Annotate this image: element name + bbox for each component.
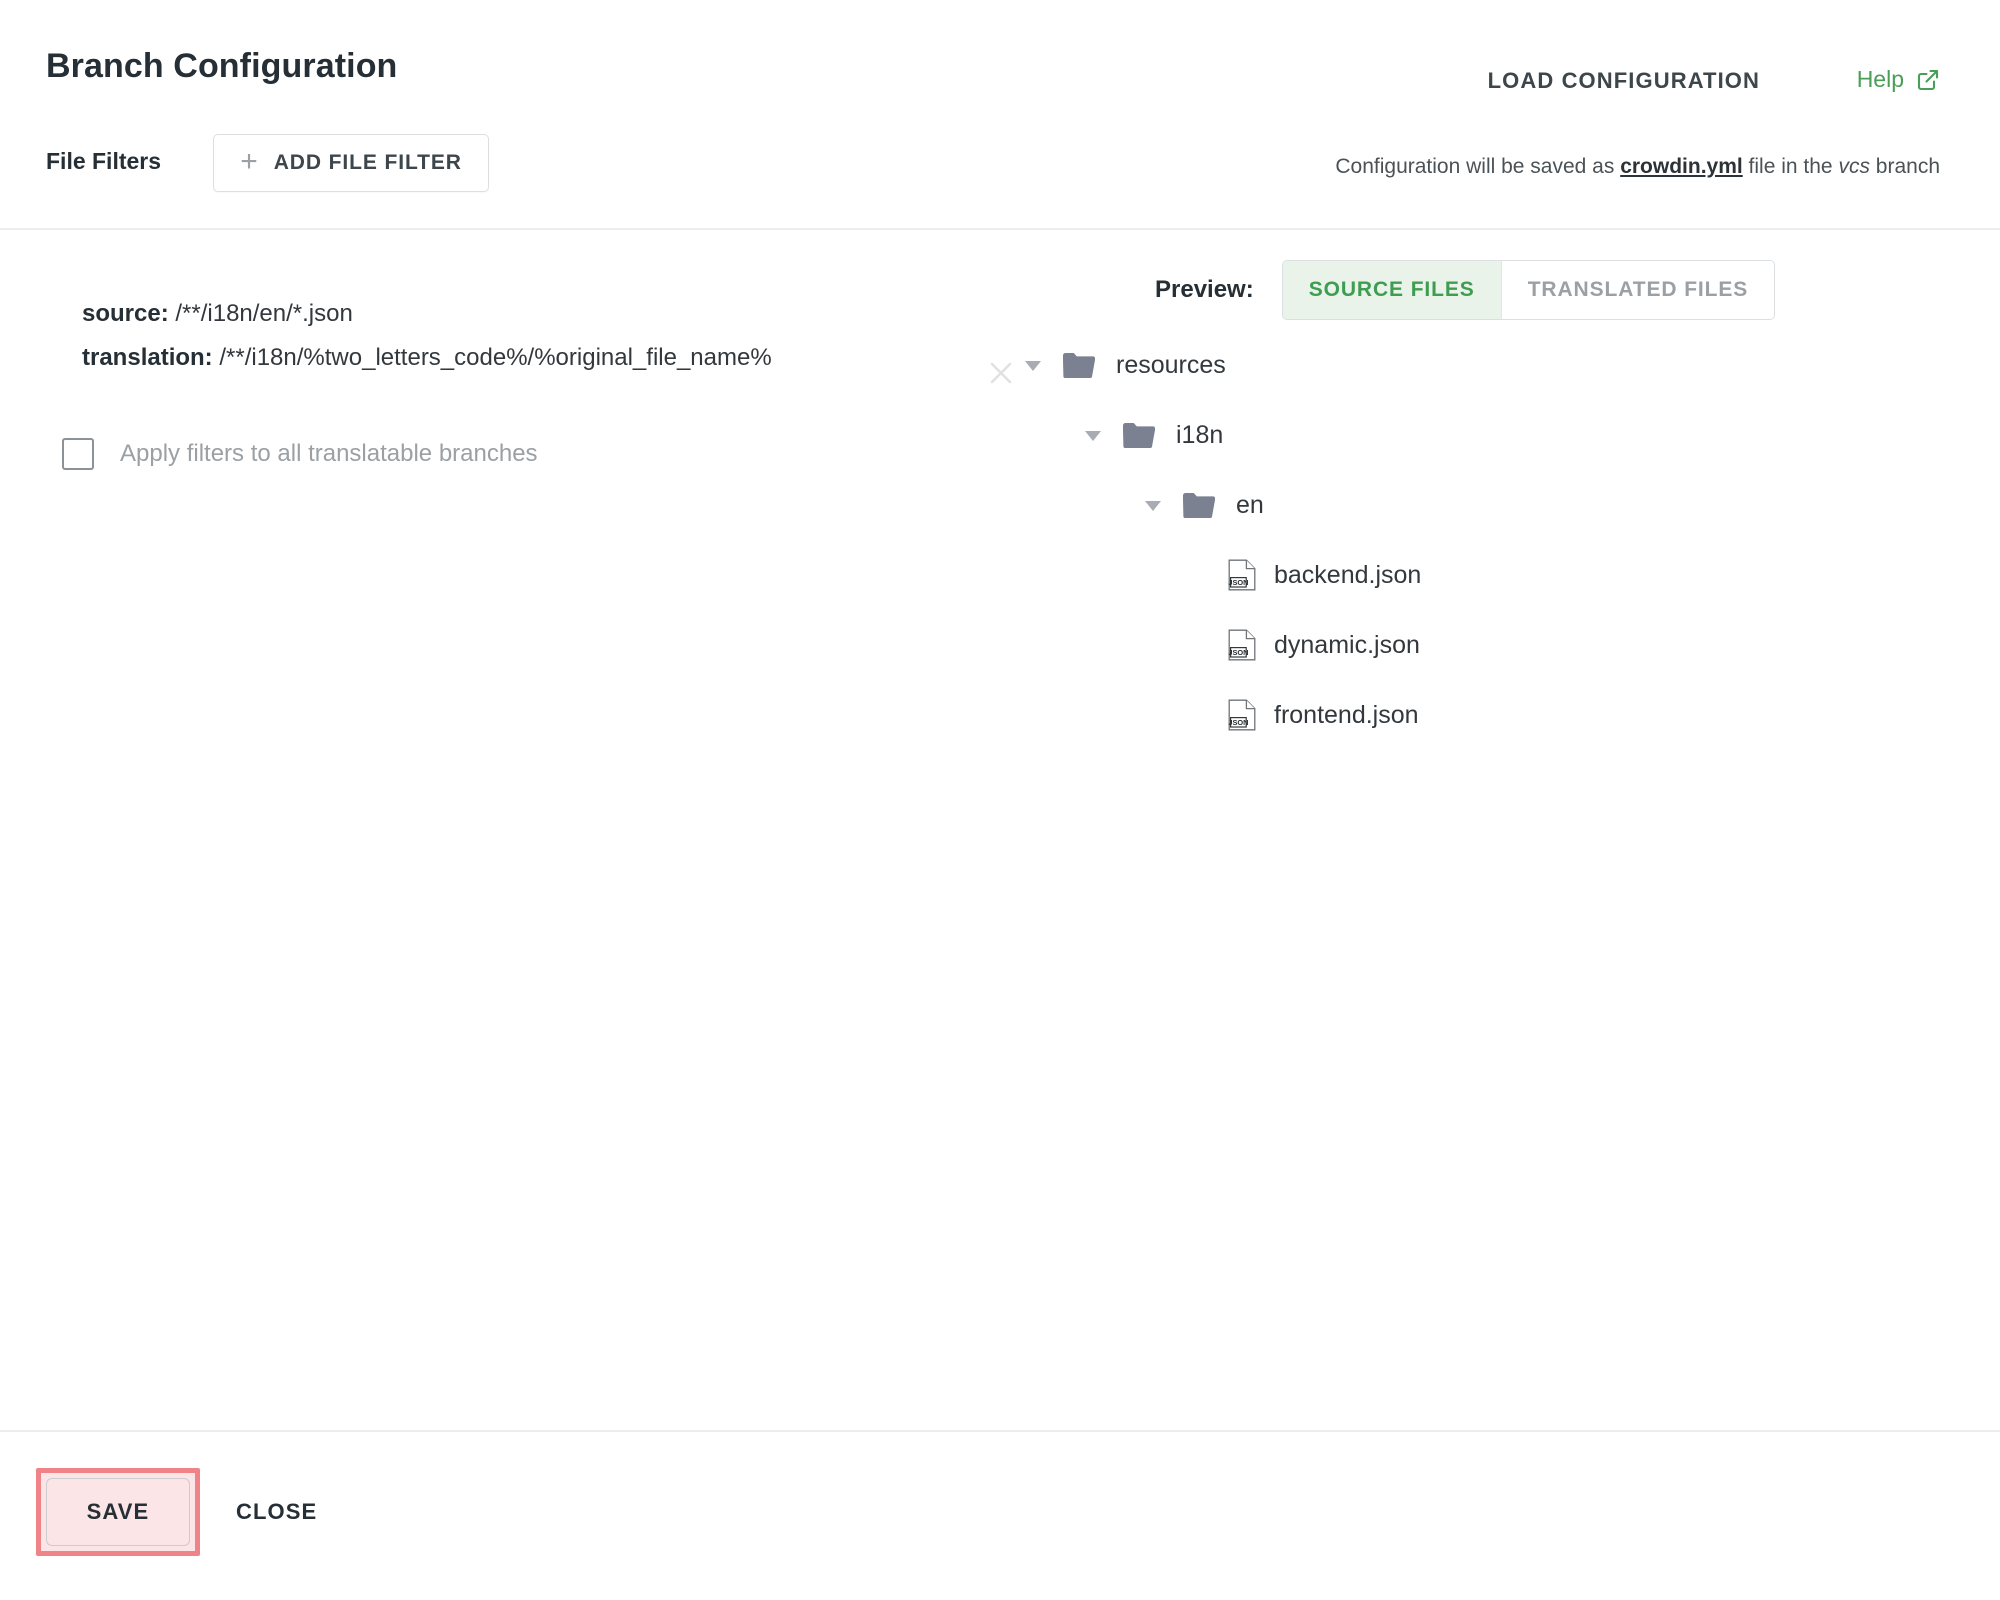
folder-icon: [1182, 491, 1216, 519]
json-file-icon: JSON: [1228, 629, 1256, 661]
chevron-down-icon[interactable]: [1080, 422, 1106, 448]
filter-source-line: source: /**/i18n/en/*.json: [82, 292, 982, 336]
tree-row[interactable]: JSON dynamic.json: [1020, 610, 1421, 680]
apply-filters-checkbox[interactable]: [62, 438, 94, 470]
dialog-header: Branch Configuration LOAD CONFIGURATION …: [0, 0, 2000, 228]
preview-label: Preview:: [1155, 276, 1254, 303]
remove-filter-close-icon[interactable]: [980, 352, 1022, 394]
tree-item-label: backend.json: [1274, 560, 1422, 589]
add-file-filter-button[interactable]: + ADD FILE FILTER: [213, 134, 489, 192]
svg-text:JSON: JSON: [1228, 718, 1248, 727]
filter-translation-value: /**/i18n/%two_letters_code%/%original_fi…: [219, 344, 772, 371]
file-filters-label: File Filters: [46, 148, 162, 174]
tab-source-files[interactable]: SOURCE FILES: [1282, 261, 1501, 319]
svg-text:JSON: JSON: [1228, 648, 1248, 657]
config-file-name[interactable]: crowdin.yml: [1620, 155, 1743, 178]
tree-row[interactable]: resources: [1020, 330, 1421, 400]
filter-source-value: /**/i18n/en/*.json: [175, 300, 353, 327]
config-note-branch: vcs: [1838, 155, 1870, 178]
plus-icon: +: [240, 144, 258, 178]
dialog-body: source: /**/i18n/en/*.json translation: …: [0, 230, 2000, 1430]
apply-filters-all-branches-row[interactable]: Apply filters to all translatable branch…: [62, 438, 538, 470]
tree-row[interactable]: i18n: [1020, 400, 1421, 470]
apply-filters-label: Apply filters to all translatable branch…: [120, 440, 538, 467]
svg-text:JSON: JSON: [1228, 578, 1248, 587]
help-label: Help: [1856, 66, 1904, 92]
tree-row[interactable]: JSON frontend.json: [1020, 680, 1421, 750]
filter-translation-label: translation:: [82, 344, 213, 371]
json-file-icon: JSON: [1228, 699, 1256, 731]
tree-row[interactable]: JSON backend.json: [1020, 540, 1421, 610]
tree-item-label: resources: [1116, 350, 1226, 379]
config-note-prefix: Configuration will be saved as: [1335, 155, 1621, 178]
chevron-down-icon[interactable]: [1140, 492, 1166, 518]
add-file-filter-label: ADD FILE FILTER: [273, 151, 462, 174]
tab-translated-files[interactable]: TRANSLATED FILES: [1500, 261, 1775, 319]
filter-source-label: source:: [82, 300, 169, 327]
dialog-footer: SAVE CLOSE: [0, 1432, 2000, 1600]
config-note-suffix: branch: [1869, 155, 1940, 178]
preview-header: Preview: SOURCE FILES TRANSLATED FILES: [1155, 260, 1776, 320]
tree-item-label: en: [1236, 490, 1264, 519]
help-link[interactable]: Help: [1857, 66, 1940, 93]
configuration-save-note: Configuration will be saved as crowdin.y…: [1335, 155, 1940, 179]
chevron-down-icon[interactable]: [1020, 352, 1046, 378]
json-file-icon: JSON: [1228, 559, 1256, 591]
tree-item-label: frontend.json: [1274, 700, 1419, 729]
page-title: Branch Configuration: [46, 47, 398, 85]
save-button[interactable]: SAVE: [46, 1478, 190, 1546]
file-tree: resources i18n en JSON backend.json JSON…: [1020, 330, 1421, 750]
load-configuration-button[interactable]: LOAD CONFIGURATION: [1488, 68, 1760, 94]
file-filter-card: source: /**/i18n/en/*.json translation: …: [82, 292, 1012, 384]
tree-item-label: dynamic.json: [1274, 630, 1420, 659]
close-button[interactable]: CLOSE: [236, 1478, 317, 1546]
folder-icon: [1122, 421, 1156, 449]
tree-item-label: i18n: [1176, 420, 1224, 449]
external-link-icon: [1916, 68, 1940, 92]
config-note-middle: file in the: [1742, 155, 1839, 178]
folder-icon: [1062, 351, 1096, 379]
tree-row[interactable]: en: [1020, 470, 1421, 540]
filter-translation-line: translation: /**/i18n/%two_letters_code%…: [82, 336, 982, 380]
preview-toggle-group: SOURCE FILES TRANSLATED FILES: [1281, 260, 1776, 320]
